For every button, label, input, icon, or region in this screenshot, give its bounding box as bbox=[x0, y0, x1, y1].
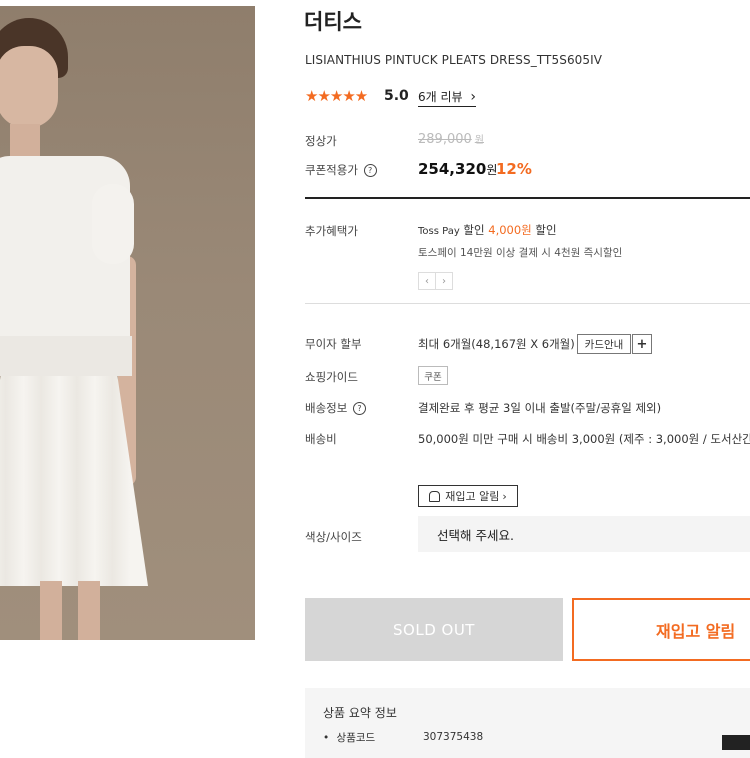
photo-leg-right bbox=[78, 581, 100, 640]
question-circle-icon[interactable]: ? bbox=[352, 402, 366, 415]
rating-score: 5.0 bbox=[384, 88, 409, 104]
review-link[interactable]: 6개 리뷰 › bbox=[418, 88, 477, 107]
toss-discount-suffix: 할인 bbox=[535, 223, 557, 237]
toss-discount-amount: 4,000원 bbox=[488, 223, 532, 237]
card-info-plus-button[interactable]: + bbox=[632, 334, 652, 354]
regular-price-label: 정상가 bbox=[305, 134, 337, 148]
product-name: LISIANTHIUS PINTUCK PLEATS DRESS_TT5S605… bbox=[305, 53, 603, 67]
coupon-tag-label: 쿠폰 bbox=[424, 371, 442, 383]
photo-waist bbox=[0, 336, 132, 376]
review-link-label: 6개 리뷰 bbox=[418, 90, 463, 104]
regular-price-unit: 원 bbox=[474, 135, 484, 146]
option-select-placeholder: 선택해 주세요. bbox=[437, 527, 514, 543]
product-image[interactable] bbox=[0, 6, 255, 640]
toss-discount-word: 할인 bbox=[463, 223, 485, 237]
plus-icon: + bbox=[636, 336, 648, 352]
product-summary-panel: 상품 요약 정보 • 상품코드 307375438 bbox=[305, 688, 750, 758]
shipping-fee-value: 50,000원 미만 구매 시 배송비 3,000원 (제주 : 3,000원 … bbox=[418, 432, 750, 446]
summary-code-row: • 상품코드 bbox=[323, 730, 375, 745]
divider-thick bbox=[305, 197, 750, 199]
shipping-fee-label: 배송비 bbox=[305, 432, 337, 446]
shipping-info-value: 결제완료 후 평균 3일 이내 출발(주말/공휴일 제외) bbox=[418, 401, 662, 415]
summary-title: 상품 요약 정보 bbox=[323, 706, 397, 720]
installment-value: 최대 6개월(48,167원 X 6개월) bbox=[418, 337, 575, 351]
photo-face bbox=[0, 46, 58, 128]
coupon-tag[interactable]: 쿠폰 bbox=[418, 366, 448, 385]
shipping-info-label-group: 배송정보 ? bbox=[305, 400, 366, 416]
chevron-right-icon: › bbox=[502, 489, 507, 503]
installment-label: 무이자 할부 bbox=[305, 337, 362, 351]
toss-pay-label: Toss Pay bbox=[418, 226, 460, 237]
chevron-right-icon: › bbox=[470, 89, 477, 105]
option-select[interactable]: 선택해 주세요. bbox=[418, 516, 750, 552]
coupon-price-value: 254,320 bbox=[418, 160, 487, 178]
card-info-label: 카드안내 bbox=[584, 338, 624, 351]
shopping-guide-label: 쇼핑가이드 bbox=[305, 370, 358, 384]
sold-out-button[interactable]: SOLD OUT bbox=[305, 598, 563, 661]
next-arrow-icon[interactable]: › bbox=[435, 272, 453, 290]
photo-leg-left bbox=[40, 581, 62, 640]
question-circle-icon[interactable]: ? bbox=[363, 164, 377, 177]
restock-alert-label: 재입고 알림 bbox=[656, 621, 736, 641]
toss-benefit-desc: 토스페이 14만원 이상 결제 시 4천원 즉시할인 bbox=[418, 247, 623, 259]
divider-thin bbox=[305, 303, 750, 304]
rating-stars-icon: ★★★★★ bbox=[305, 87, 368, 105]
coupon-price-label: 쿠폰적용가 bbox=[305, 163, 358, 177]
brand-name[interactable]: 더티스 bbox=[304, 6, 362, 36]
restock-alert-button[interactable]: 재입고 알림 bbox=[572, 598, 750, 661]
summary-code-value: 307375438 bbox=[423, 731, 484, 743]
card-info-button[interactable]: 카드안내 bbox=[577, 334, 631, 354]
toss-benefit: Toss Pay 할인 4,000원 할인 bbox=[418, 222, 557, 238]
restock-alert-small-label: 재입고 알림 bbox=[445, 490, 500, 503]
sold-out-label: SOLD OUT bbox=[393, 620, 475, 639]
photo-sleeve bbox=[92, 184, 134, 264]
regular-price: 289,000 원 bbox=[418, 131, 484, 147]
prev-arrow-icon[interactable]: ‹ bbox=[418, 272, 436, 290]
regular-price-value: 289,000 bbox=[418, 132, 472, 147]
shipping-info-label: 배송정보 bbox=[305, 401, 348, 415]
bullet-icon: • bbox=[323, 732, 330, 744]
benefit-pager: ‹ › bbox=[418, 272, 453, 290]
restock-alert-small-button[interactable]: 재입고 알림 › bbox=[418, 485, 518, 507]
bell-icon bbox=[429, 490, 441, 502]
coupon-price: 254,320원 bbox=[418, 160, 497, 178]
benefit-label: 추가혜택가 bbox=[305, 224, 358, 238]
coupon-price-label-group: 쿠폰적용가 ? bbox=[305, 162, 377, 178]
option-label: 색상/사이즈 bbox=[305, 530, 362, 544]
summary-code-label: 상품코드 bbox=[336, 732, 376, 744]
floating-tab[interactable] bbox=[722, 735, 750, 750]
discount-rate: 12% bbox=[496, 160, 532, 178]
